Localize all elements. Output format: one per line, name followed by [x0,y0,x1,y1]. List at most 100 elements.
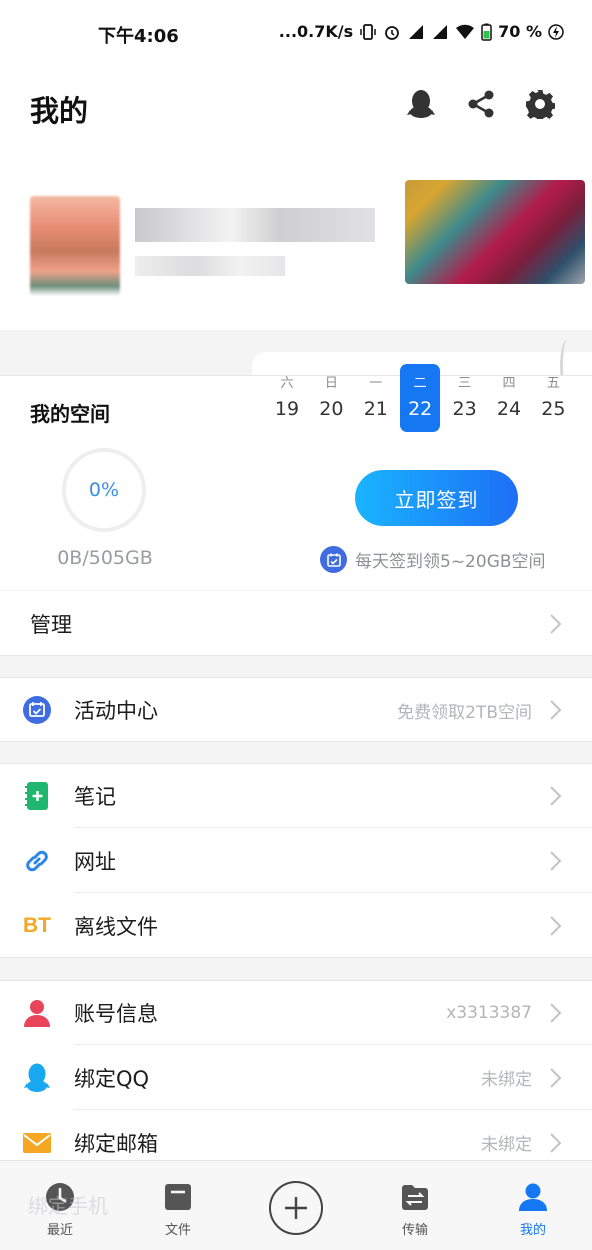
weekday-label: 一 [369,376,383,391]
mail-icon [22,1128,52,1158]
nav-label-me: 我的 [519,1223,546,1238]
profile-header: 我的 [0,68,592,330]
page-title: 我的 [30,94,89,128]
chevron-right-icon [550,850,562,871]
date-number: 21 [363,398,388,420]
notes-label: 笔记 [74,785,116,809]
bind-qq-row[interactable]: 绑定QQ 未绑定 [0,1045,592,1110]
chevron-right-icon [550,1067,562,1088]
status-indicators: ...0.7K/s 70 % [279,22,564,41]
signal-icon [431,24,449,40]
calendar-day-21[interactable]: 一 21 [356,364,396,432]
transfer-icon [399,1181,431,1213]
calendar-day-20[interactable]: 日 20 [311,364,351,432]
chevron-right-icon [550,1003,562,1023]
calendar-day-23[interactable]: 三 23 [445,364,485,432]
activity-center-hint: 免费领取2TB空间 [397,702,532,723]
plus-icon [285,1197,307,1219]
weekday-label: 六 [280,376,294,391]
chevron-right-icon [550,915,562,936]
bt-icon: BT [23,913,51,937]
links-label: 网址 [74,849,116,874]
tools-item-links[interactable]: 网址 [0,828,592,893]
weekday-label: 四 [502,376,516,391]
activity-calendar-icon [22,695,52,725]
qq-icon [22,1063,52,1093]
date-number: 19 [274,398,300,420]
usage-ring: 0% [62,448,146,532]
link-icon [22,846,52,876]
activity-center-label: 活动中心 [74,699,158,723]
account-id: x3313387 [446,1003,532,1023]
calendar-check-icon [320,546,347,573]
calendar-day-19[interactable]: 六 19 [267,364,307,432]
calendar-day-24[interactable]: 四 24 [489,364,529,432]
date-number: 25 [541,398,566,420]
activity-center-row[interactable]: 活动中心 免费领取2TB空间 [0,677,592,742]
person-icon [517,1181,549,1213]
status-bar: 下午4:06 ...0.7K/s 70 % [0,0,592,68]
checkin-tip: 每天签到领5~20GB空间 [320,546,546,573]
tools-item-notes[interactable]: 笔记 [0,763,592,828]
settings-gear-icon[interactable] [524,88,556,120]
nav-label-recent: 最近 [46,1223,73,1238]
date-number: 24 [496,398,522,420]
bind-qq-label: 绑定QQ [74,1066,150,1091]
weekday-label: 五 [546,376,560,391]
weekday-label: 日 [324,376,338,391]
vibrate-icon [359,23,377,41]
nav-tab-files[interactable]: 文件 [128,1161,228,1250]
nav-tab-transfer[interactable]: 传输 [365,1161,465,1250]
hd-signal-icon [407,24,425,40]
checkin-tip-text: 每天签到领5~20GB空间 [355,552,546,572]
calendar-day-22[interactable]: 二 22 [400,364,441,432]
nav-label-transfer: 传输 [401,1223,428,1238]
account-info-row[interactable]: 账号信息 x3313387 [0,980,592,1045]
usage-percent: 0% [88,479,120,501]
divider [0,655,592,656]
tools-item-offline-files[interactable]: BT 离线文件 [0,893,592,958]
nav-tab-me[interactable]: 我的 [483,1161,583,1250]
net-speed: ...0.7K/s [278,22,354,41]
wifi-icon [455,24,475,40]
add-button[interactable] [269,1181,323,1235]
chevron-right-icon [550,613,562,634]
calendar-day-25[interactable]: 五 25 [533,364,573,432]
chevron-right-icon [550,786,562,806]
qq-penguin-icon[interactable] [405,88,437,120]
chevron-right-icon [550,700,562,720]
date-number: 22 [408,398,433,420]
avatar[interactable] [30,196,120,296]
bind-qq-status: 未绑定 [481,1070,532,1090]
user-icon [22,998,52,1028]
space-title: 我的空间 [30,402,110,426]
banner-image-blurred[interactable] [405,180,585,284]
account-info-label: 账号信息 [74,1002,158,1026]
checkin-button[interactable]: 立即签到 [355,470,518,526]
folder-icon [162,1181,194,1213]
subtitle-blurred [135,256,285,276]
scrolled-row-behind-nav: 绑定手机 [28,1194,108,1218]
bind-email-status: 未绑定 [481,1135,532,1155]
offline-files-label: 离线文件 [74,914,158,939]
manage-row[interactable]: 管理 [0,591,592,656]
weekday-label: 三 [458,376,472,391]
weekday-label: 二 [413,376,427,391]
alarm-icon [383,23,401,41]
storage-usage: 0B/505GB [57,547,153,569]
battery-level: 70 % [498,22,542,41]
share-icon[interactable] [465,88,497,120]
note-icon [22,781,52,811]
week-calendar: 六 19 日 20 一 21 二 22 三 23 四 24 五 25 [268,364,578,432]
nav-label-files: 文件 [164,1223,191,1238]
bind-email-label: 绑定邮箱 [74,1131,158,1156]
chevron-right-icon [550,1132,562,1153]
charging-icon [548,23,564,41]
username-blurred [135,208,375,242]
divider [0,741,592,742]
battery-icon [481,23,492,41]
date-number: 23 [452,398,477,420]
divider [0,957,592,958]
status-time: 下午4:06 [98,26,179,47]
manage-label: 管理 [30,612,72,637]
